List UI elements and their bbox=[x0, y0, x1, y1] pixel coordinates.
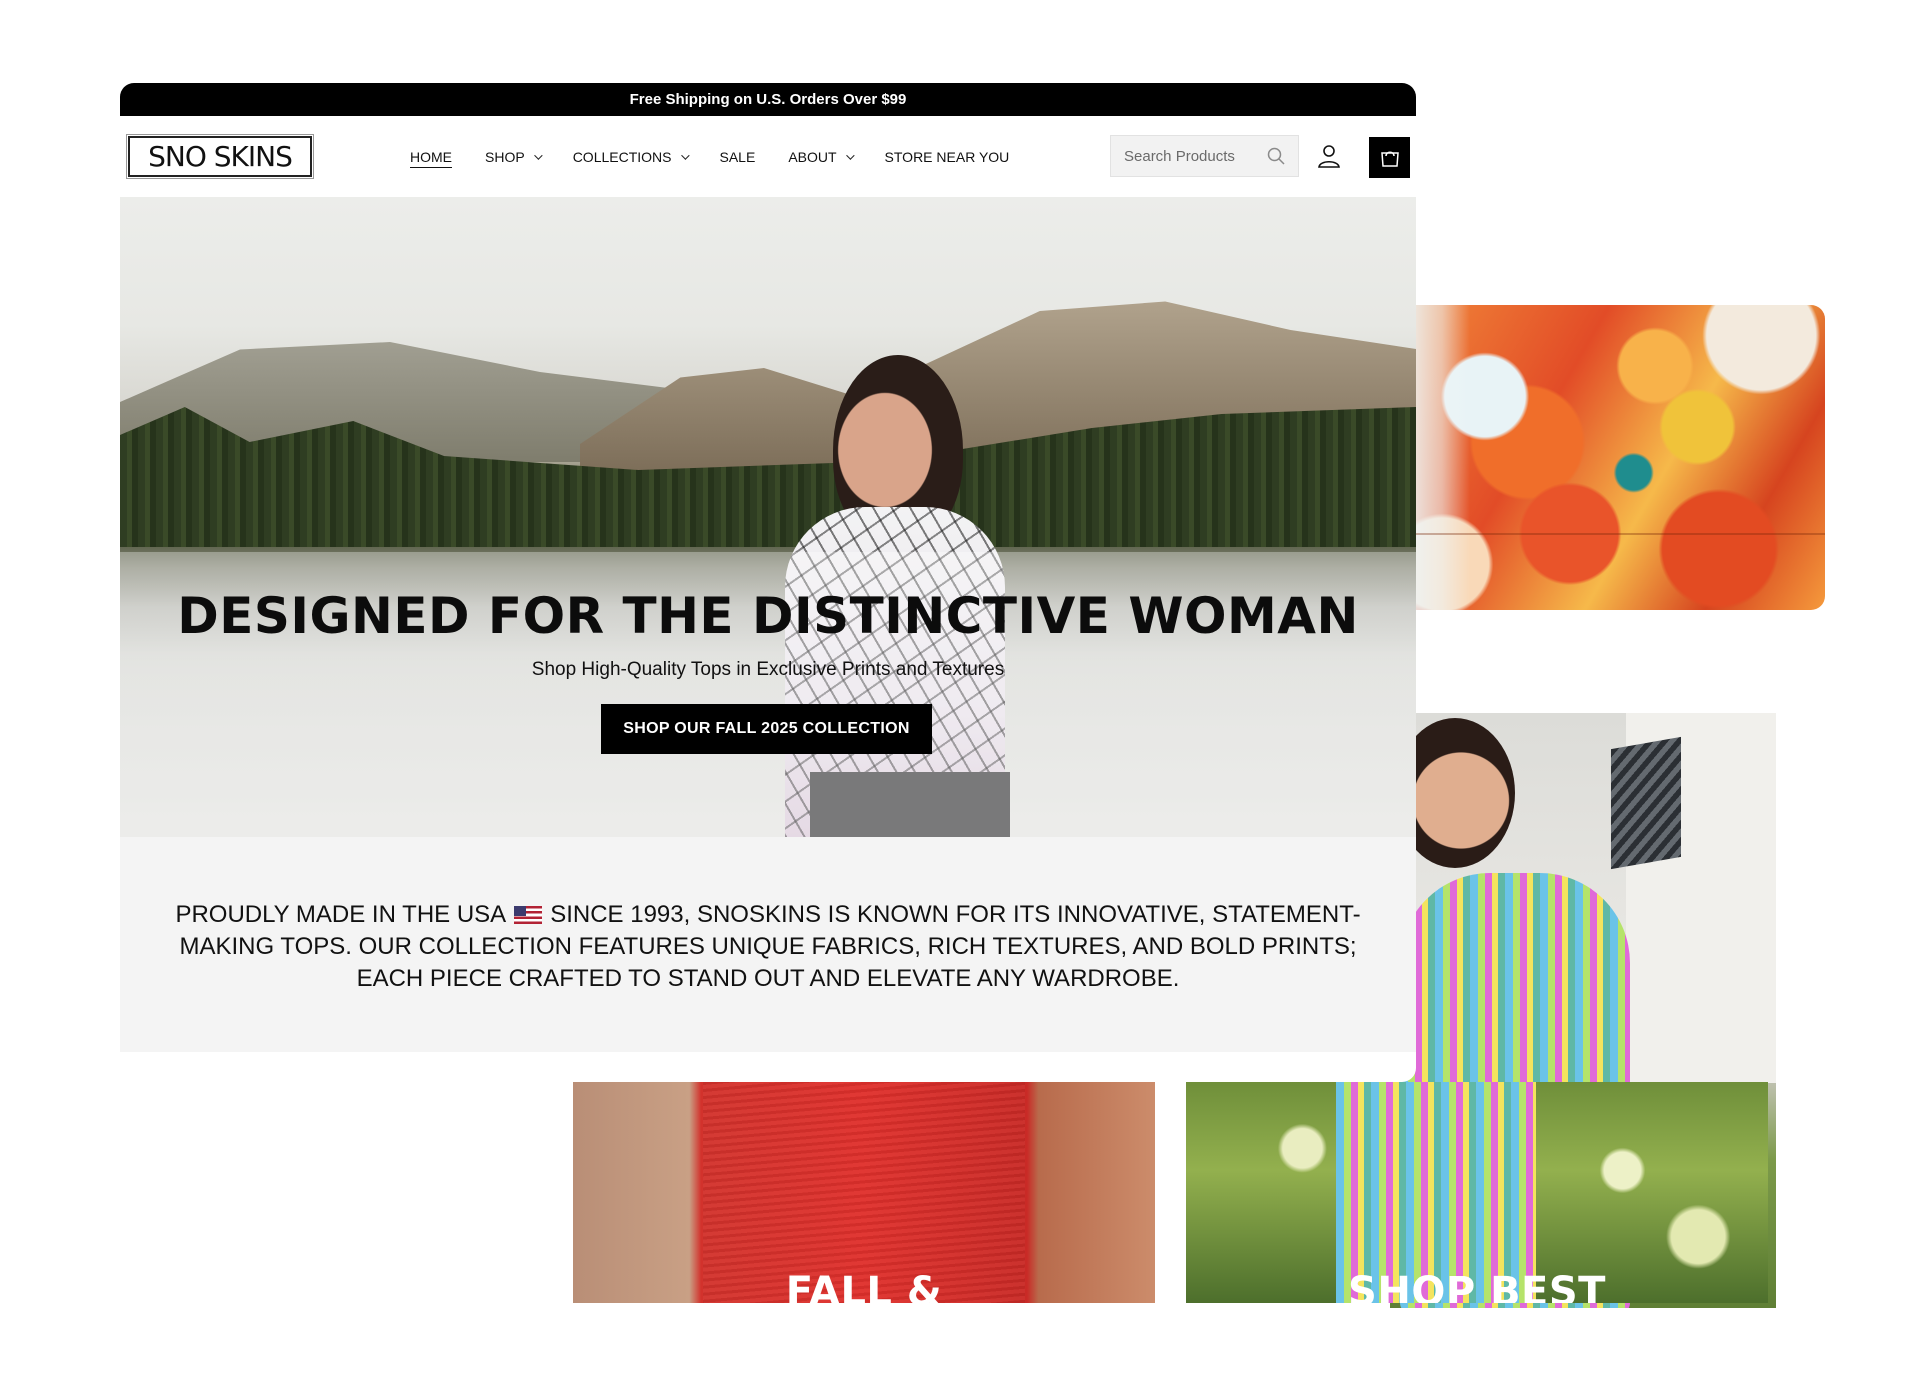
nav-item-shop[interactable]: SHOP bbox=[485, 148, 543, 165]
main-nav: HOME SHOP COLLECTIONS SALE ABOUT STORE N… bbox=[410, 116, 1042, 197]
colorful-print-fabric-image bbox=[1400, 305, 1825, 610]
site-header: SNO SKINS HOME SHOP COLLECTIONS SALE ABO… bbox=[120, 116, 1416, 197]
nav-label: SALE bbox=[719, 148, 756, 165]
us-flag-icon bbox=[513, 906, 542, 924]
cart-icon bbox=[1380, 151, 1399, 167]
nav-item-about[interactable]: ABOUT bbox=[788, 148, 855, 165]
search-input[interactable] bbox=[1111, 136, 1261, 176]
chevron-down-icon bbox=[533, 150, 543, 160]
website-screenshot: Free Shipping on U.S. Orders Over $99 SN… bbox=[120, 83, 1416, 1082]
nav-item-store-near-you[interactable]: STORE NEAR YOU bbox=[885, 149, 1010, 165]
about-text-intro: PROUDLY MADE IN THE USA bbox=[175, 901, 505, 928]
user-icon[interactable] bbox=[1315, 142, 1343, 170]
collection-tile-title: SHOP BEST bbox=[1348, 1269, 1606, 1303]
nav-label: COLLECTIONS bbox=[572, 148, 672, 165]
hero-banner: DESIGNED FOR THE DISTINCTIVE WOMAN Shop … bbox=[120, 197, 1416, 837]
logo-text: SNO SKINS bbox=[148, 140, 293, 173]
window-shutter bbox=[1611, 736, 1681, 870]
chevron-down-icon bbox=[680, 150, 690, 160]
hero-title: DESIGNED FOR THE DISTINCTIVE WOMAN bbox=[177, 587, 1359, 645]
announcement-text: Free Shipping on U.S. Orders Over $99 bbox=[629, 91, 907, 108]
nav-label: SHOP bbox=[485, 148, 525, 165]
search-icon[interactable] bbox=[1267, 147, 1285, 165]
site-logo[interactable]: SNO SKINS bbox=[126, 134, 314, 179]
hero-subtitle: Shop High-Quality Tops in Exclusive Prin… bbox=[531, 659, 1005, 680]
shop-fall-collection-button[interactable]: SHOP OUR FALL 2025 COLLECTION bbox=[601, 704, 932, 754]
announcement-bar: Free Shipping on U.S. Orders Over $99 bbox=[120, 83, 1416, 116]
collection-tile-fall[interactable]: FALL & bbox=[573, 1082, 1155, 1303]
collection-tile-title: FALL & bbox=[785, 1269, 943, 1303]
nav-label: STORE NEAR YOU bbox=[884, 148, 1010, 165]
collection-tile-best-sellers[interactable]: SHOP BEST bbox=[1186, 1082, 1768, 1303]
nav-label: HOME bbox=[410, 148, 452, 165]
nav-item-home[interactable]: HOME bbox=[410, 149, 452, 165]
search-box[interactable] bbox=[1110, 135, 1299, 177]
about-section: PROUDLY MADE IN THE USA SINCE 1993, SNOS… bbox=[120, 837, 1416, 1052]
chevron-down-icon bbox=[845, 150, 855, 160]
nav-item-collections[interactable]: COLLECTIONS bbox=[572, 148, 690, 165]
nav-label: ABOUT bbox=[788, 148, 837, 165]
fabric-fold-line bbox=[1400, 533, 1825, 535]
cart-button[interactable] bbox=[1369, 137, 1410, 178]
nav-item-sale[interactable]: SALE bbox=[720, 149, 756, 165]
